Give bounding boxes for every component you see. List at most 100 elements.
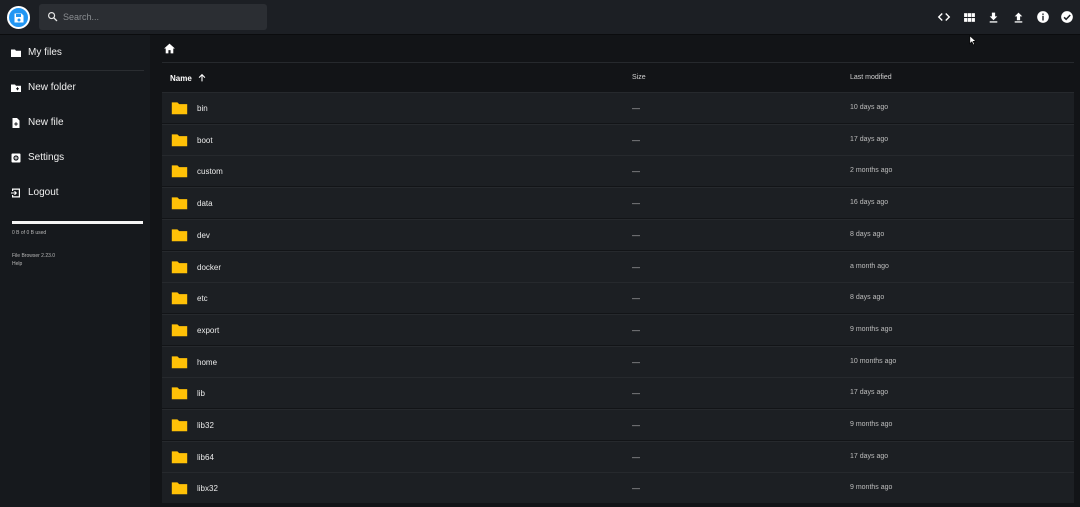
storage-usage-text: 0 B of 0 B used: [12, 230, 47, 236]
file-name: lib64: [197, 452, 214, 462]
sidebar-item-label: Logout: [28, 187, 59, 198]
folder-icon: [10, 47, 22, 59]
sidebar-item-label: Settings: [28, 152, 65, 163]
file-name: custom: [197, 167, 223, 177]
file-modified: 10 months ago: [850, 357, 897, 365]
file-name: boot: [197, 135, 213, 145]
file-size: —: [632, 389, 640, 399]
code-icon: [937, 13, 951, 21]
column-header-modified[interactable]: Last modified: [850, 74, 892, 81]
logout-icon: [10, 187, 22, 199]
table-row[interactable]: boot — 17 days ago: [162, 123, 1074, 155]
folder-icon: [171, 355, 188, 368]
folder-icon: [171, 165, 188, 178]
settings-icon: [10, 152, 22, 164]
select-multiple-button[interactable]: [1059, 9, 1075, 25]
file-size: —: [632, 357, 640, 367]
folder-icon: [171, 324, 188, 337]
folder-icon: [171, 260, 188, 273]
file-name: lib: [197, 389, 206, 399]
file-size: —: [632, 135, 640, 145]
table-row[interactable]: docker — a month ago: [162, 250, 1074, 282]
arrow-up-icon: [198, 73, 206, 82]
search-input[interactable]: [63, 4, 263, 30]
header-bar: [0, 0, 1080, 35]
sidebar-item-my-files[interactable]: My files: [0, 35, 150, 70]
sidebar: My files New folder New file Settings Lo…: [0, 35, 150, 507]
table-row[interactable]: etc — 8 days ago: [162, 282, 1074, 314]
file-name: bin: [197, 104, 208, 113]
file-modified: 8 days ago: [850, 230, 885, 238]
sidebar-item-logout[interactable]: Logout: [0, 175, 150, 210]
sidebar-item-settings[interactable]: Settings: [0, 140, 150, 175]
search-box[interactable]: [39, 4, 267, 30]
table-row[interactable]: libx32 — 9 months ago: [162, 472, 1074, 504]
file-size: —: [632, 294, 640, 304]
column-header-size[interactable]: Size: [632, 74, 646, 81]
file-list-header: Name Size Last modified: [162, 62, 1074, 92]
sidebar-item-new-file[interactable]: New file: [0, 105, 150, 140]
breadcrumb-home[interactable]: [163, 42, 177, 56]
file-modified: 9 months ago: [850, 421, 893, 428]
file-name: dev: [197, 230, 210, 240]
new-file-icon: [10, 117, 22, 129]
file-size: —: [632, 199, 640, 209]
file-size: —: [632, 421, 640, 430]
floppy-disk-icon: [14, 13, 23, 22]
app-logo[interactable]: [7, 6, 30, 29]
folder-icon: [171, 197, 188, 210]
grid-view-icon: [963, 12, 975, 22]
file-size: —: [632, 104, 640, 113]
table-row[interactable]: export — 9 months ago: [162, 313, 1074, 345]
version-text: File Browser 2.23.0: [12, 253, 56, 259]
file-modified: 8 days ago: [850, 294, 885, 302]
search-icon: [48, 12, 58, 22]
folder-icon: [171, 387, 188, 400]
file-modified: 17 days ago: [850, 135, 889, 143]
download-button[interactable]: [985, 9, 1001, 25]
table-row[interactable]: data — 16 days ago: [162, 187, 1074, 219]
code-view-button[interactable]: [936, 9, 952, 25]
file-modified: 10 days ago: [850, 104, 889, 111]
table-row[interactable]: custom — 2 months ago: [162, 155, 1074, 187]
mouse-cursor-icon: [969, 35, 977, 46]
file-size: —: [632, 230, 640, 240]
table-row[interactable]: lib — 17 days ago: [162, 377, 1074, 409]
sidebar-item-label: New folder: [28, 82, 76, 93]
new-folder-icon: [10, 82, 22, 94]
folder-icon: [171, 451, 188, 463]
storage-usage-bar: [12, 221, 143, 224]
file-name: export: [197, 325, 220, 335]
folder-icon: [171, 419, 188, 432]
info-icon: [1037, 11, 1049, 23]
folder-icon: [171, 102, 188, 115]
switch-view-button[interactable]: [961, 9, 977, 25]
file-name: data: [197, 199, 213, 209]
help-link[interactable]: Help: [12, 261, 22, 267]
sidebar-item-new-folder[interactable]: New folder: [0, 70, 150, 105]
file-name: home: [197, 357, 218, 367]
sort-by-name[interactable]: Name: [170, 73, 207, 83]
table-row[interactable]: lib64 — 17 days ago: [162, 440, 1074, 472]
column-header-name: Name: [170, 73, 192, 83]
file-size: —: [632, 325, 640, 335]
table-row[interactable]: bin — 10 days ago: [162, 92, 1074, 123]
download-icon: [989, 12, 997, 23]
file-modified: a month ago: [850, 262, 889, 270]
table-row[interactable]: lib32 — 9 months ago: [162, 409, 1074, 440]
home-icon: [164, 43, 175, 54]
file-modified: 9 months ago: [850, 484, 893, 492]
folder-icon: [171, 134, 188, 146]
folder-icon: [171, 292, 188, 305]
file-modified: 16 days ago: [850, 199, 889, 207]
file-size: —: [632, 262, 640, 272]
upload-button[interactable]: [1010, 9, 1026, 25]
table-row[interactable]: home — 10 months ago: [162, 345, 1074, 377]
sidebar-item-label: My files: [28, 47, 62, 58]
file-size: —: [632, 484, 640, 494]
table-row[interactable]: dev — 8 days ago: [162, 218, 1074, 250]
info-button[interactable]: [1035, 9, 1051, 25]
file-size: —: [632, 452, 640, 462]
file-modified: 2 months ago: [850, 167, 893, 175]
file-modified: 17 days ago: [850, 389, 889, 397]
